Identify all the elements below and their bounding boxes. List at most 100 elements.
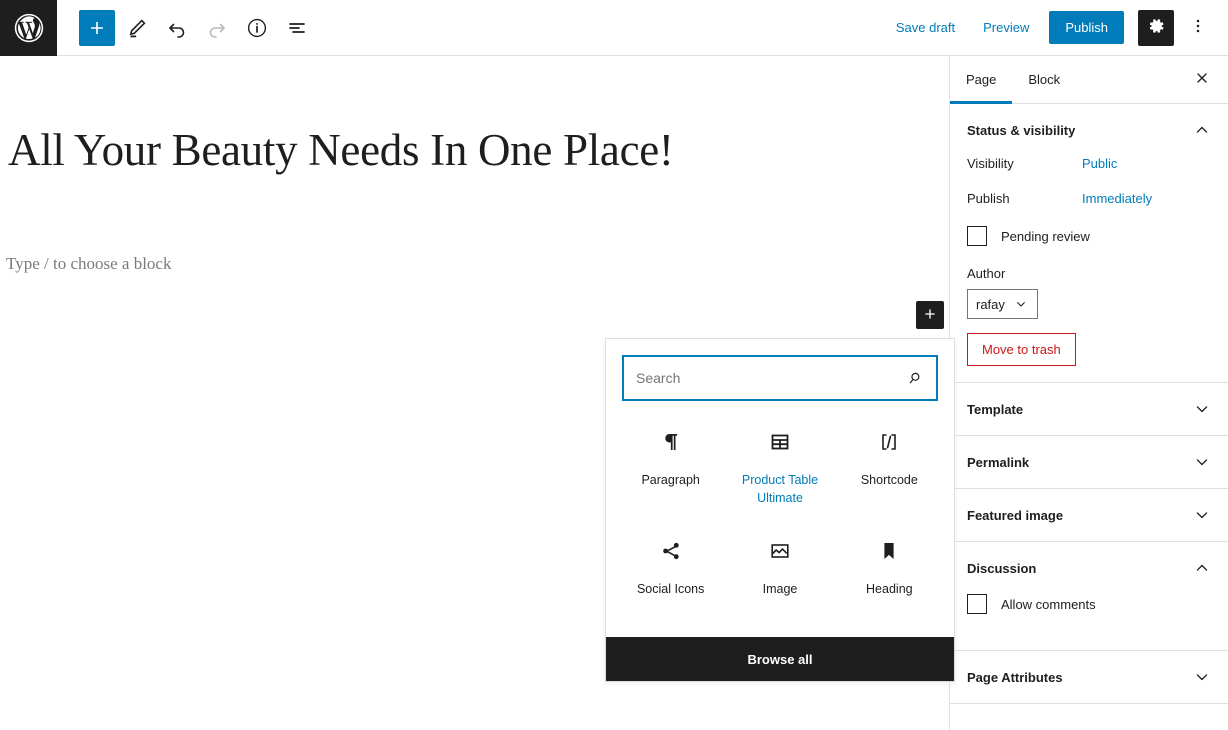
panel-discussion: Discussion Allow comments [950,542,1228,651]
panel-template: Template [950,383,1228,436]
chevron-down-icon [1192,452,1212,472]
wordpress-logo-icon[interactable] [0,0,57,56]
inserter-search-area [606,339,954,401]
block-item-paragraph[interactable]: Paragraph [616,415,725,524]
block-item-image[interactable]: Image [725,524,834,633]
gear-icon [1146,16,1166,39]
block-item-product-table-ultimate[interactable]: Product Table Ultimate [725,415,834,524]
header-tools [79,9,315,46]
plus-icon [922,306,938,325]
pending-review-label: Pending review [1001,228,1090,244]
allow-comments-label: Allow comments [1001,596,1096,612]
panel-title: Permalink [967,454,1030,470]
panel-status-visibility: Status & visibility Visibility Public Pu… [950,104,1228,383]
more-options-button[interactable] [1180,10,1216,46]
panel-title: Status & visibility [967,122,1076,138]
block-item-heading[interactable]: Heading [835,524,944,633]
pending-review-row: Pending review [967,226,1212,246]
panel-status-visibility-body: Visibility Public Publish Immediately Pe… [950,156,1228,382]
settings-button[interactable] [1138,9,1174,46]
block-item-label: Shortcode [860,473,918,487]
inline-add-block-button[interactable] [916,301,944,329]
panel-title: Discussion [967,560,1037,576]
list-view-button[interactable] [279,10,315,46]
block-inserter-popover: Paragraph Product Table Ultimate [605,338,955,682]
paragraph-icon [659,429,683,455]
browse-all-button[interactable]: Browse all [606,637,954,681]
close-sidebar-button[interactable] [1186,64,1218,96]
preview-button[interactable]: Preview [971,12,1041,43]
save-draft-button[interactable]: Save draft [884,12,967,43]
author-select[interactable]: rafay [967,289,1038,319]
plus-icon [85,16,109,40]
search-field-wrapper[interactable] [622,355,938,401]
tab-page[interactable]: Page [950,56,1013,104]
author-field: Author rafay [967,266,1212,319]
panel-permalink: Permalink [950,436,1228,489]
publish-date-button[interactable]: Immediately [1082,191,1152,206]
empty-block-placeholder[interactable]: Type / to choose a block [6,254,171,274]
allow-comments-row: Allow comments [967,594,1212,614]
panel-permalink-header[interactable]: Permalink [950,436,1228,488]
list-view-icon [285,16,309,40]
redo-button[interactable] [199,10,235,46]
allow-comments-checkbox[interactable] [967,594,987,614]
editor-header: Save draft Preview Publish [0,0,1228,56]
panel-featured-image-header[interactable]: Featured image [950,489,1228,541]
page-title[interactable]: All Your Beauty Needs In One Place! [8,124,674,176]
panel-featured-image: Featured image [950,489,1228,542]
editor-canvas: All Your Beauty Needs In One Place! Type… [0,56,955,730]
chevron-down-icon [1192,667,1212,687]
redo-icon [205,16,229,40]
image-icon [768,538,792,564]
move-to-trash-button[interactable]: Move to trash [967,333,1076,366]
block-item-social-icons[interactable]: Social Icons [616,524,725,633]
tools-pencil-button[interactable] [119,10,155,46]
panel-discussion-body: Allow comments [950,594,1228,650]
sidebar-tab-bar: Page Block [950,56,1228,104]
settings-sidebar: Page Block Status & visibility Visibilit… [950,56,1228,730]
info-circle-icon [245,16,269,40]
pending-review-checkbox[interactable] [967,226,987,246]
panel-title: Template [967,401,1024,417]
chevron-down-icon [1192,399,1212,419]
visibility-row: Visibility Public [967,156,1212,171]
publish-row: Publish Immediately [967,191,1212,206]
panel-template-header[interactable]: Template [950,383,1228,435]
tab-block[interactable]: Block [1012,56,1076,103]
search-input[interactable] [624,370,896,386]
block-type-grid: Paragraph Product Table Ultimate Shortco… [606,401,954,637]
panel-page-attributes: Page Attributes [950,651,1228,704]
add-block-toggle-button[interactable] [79,9,115,46]
header-actions: Save draft Preview Publish [884,9,1228,46]
block-item-label: Heading [866,582,913,596]
publish-label: Publish [967,191,1010,206]
table-icon [768,429,792,455]
panel-status-visibility-header[interactable]: Status & visibility [950,104,1228,156]
block-item-label: Product Table Ultimate [741,473,819,506]
author-label: Author [967,266,1006,281]
visibility-value-button[interactable]: Public [1082,156,1117,171]
shortcode-icon [877,429,901,455]
details-info-button[interactable] [239,10,275,46]
chevron-down-icon [1192,505,1212,525]
panel-discussion-header[interactable]: Discussion [950,542,1228,594]
publish-button[interactable]: Publish [1049,11,1124,44]
chevron-up-icon [1192,558,1212,578]
bookmark-icon [877,538,901,564]
search-icon [896,369,936,387]
kebab-menu-icon [1188,16,1208,39]
wordpress-block-editor: Save draft Preview Publish All Your Beau… [0,0,1228,730]
block-item-label: Paragraph [641,473,700,487]
author-value: rafay [976,296,1005,312]
panel-title: Page Attributes [967,669,1063,685]
panel-title: Featured image [967,507,1064,523]
panel-page-attributes-header[interactable]: Page Attributes [950,651,1228,703]
block-item-shortcode[interactable]: Shortcode [835,415,944,524]
chevron-up-icon [1192,120,1212,140]
visibility-label: Visibility [967,156,1014,171]
close-icon [1194,70,1210,89]
pencil-icon [125,16,149,40]
block-item-label: Social Icons [636,582,705,596]
undo-button[interactable] [159,10,195,46]
